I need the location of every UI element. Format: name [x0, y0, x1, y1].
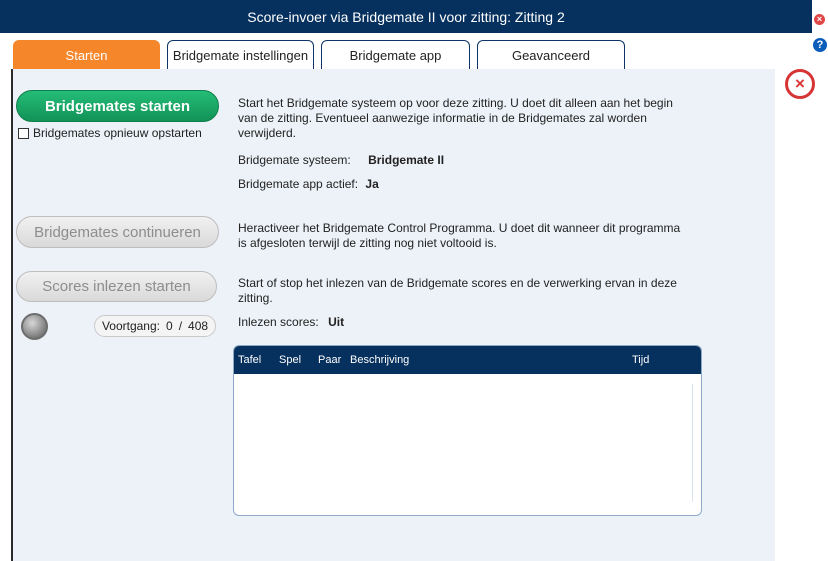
system-value: Bridgemate II — [368, 153, 445, 167]
dialog-close-icon[interactable]: × — [785, 69, 815, 99]
column-header-spel[interactable]: Spel — [279, 354, 301, 366]
reading-value: Uit — [328, 315, 345, 329]
scores-table[interactable]: Tafel Spel Paar Beschrijving Tijd — [233, 345, 702, 516]
reading-row: Inlezen scores: Uit — [238, 315, 344, 330]
restart-checkbox-row[interactable]: Bridgemates opnieuw opstarten — [18, 126, 202, 140]
bridgemates-starten-button[interactable]: Bridgemates starten — [16, 90, 219, 122]
tab-bridgemate-app[interactable]: Bridgemate app — [321, 40, 470, 69]
scores-description: Start of stop het inlezen van de Bridgem… — [238, 276, 677, 305]
continue-description: Heractiveer het Bridgemate Control Progr… — [238, 221, 681, 250]
app-row: Bridgemate app actief: Ja — [238, 177, 379, 192]
button-label: Bridgemates continueren — [34, 223, 201, 241]
progress-label: Voortgang: — [101, 319, 160, 333]
button-label: Bridgemates starten — [44, 97, 191, 115]
tab-starten[interactable]: Starten — [13, 40, 160, 69]
app-value: Ja — [365, 177, 379, 191]
led-indicator-icon — [21, 313, 48, 340]
column-header-paar[interactable]: Paar — [318, 354, 341, 366]
window-close-icon[interactable]: × — [814, 14, 825, 25]
reading-label: Inlezen scores: — [238, 315, 319, 329]
column-header-tafel[interactable]: Tafel — [238, 354, 261, 366]
button-label: Scores inlezen starten — [42, 278, 191, 295]
table-scrollbar[interactable] — [692, 384, 697, 502]
progress-separator: / — [178, 319, 183, 333]
scores-inlezen-starten-button[interactable]: Scores inlezen starten — [16, 271, 217, 302]
restart-checkbox-label: Bridgemates opnieuw opstarten — [33, 126, 202, 140]
window-title: Score-invoer via Bridgemate II voor zitt… — [247, 8, 565, 25]
progress-total: 408 — [188, 319, 209, 333]
progress-indicator: Voortgang: 0 / 408 — [94, 315, 216, 337]
bridgemates-continueren-button[interactable]: Bridgemates continueren — [16, 216, 219, 248]
help-icon[interactable]: ? — [813, 38, 827, 52]
system-label: Bridgemate systeem: — [238, 153, 351, 167]
tab-label: Bridgemate instellingen — [172, 47, 309, 63]
tab-bridgemate-instellingen[interactable]: Bridgemate instellingen — [167, 40, 314, 69]
tab-geavanceerd[interactable]: Geavanceerd — [477, 40, 625, 69]
table-header: Tafel Spel Paar Beschrijving Tijd — [234, 346, 701, 374]
tab-label: Geavanceerd — [511, 47, 591, 63]
window-titlebar: Score-invoer via Bridgemate II voor zitt… — [0, 0, 812, 33]
app-label: Bridgemate app actief: — [238, 177, 359, 191]
tab-label: Bridgemate app — [349, 47, 442, 63]
tab-label: Starten — [65, 47, 108, 63]
start-description: Start het Bridgemate systeem op voor dez… — [238, 96, 673, 140]
column-header-tijd[interactable]: Tijd — [632, 354, 649, 366]
progress-current: 0 — [166, 319, 173, 333]
restart-checkbox[interactable] — [18, 127, 29, 139]
system-row: Bridgemate systeem: Bridgemate II — [238, 153, 444, 168]
column-header-beschrijving[interactable]: Beschrijving — [350, 354, 409, 366]
